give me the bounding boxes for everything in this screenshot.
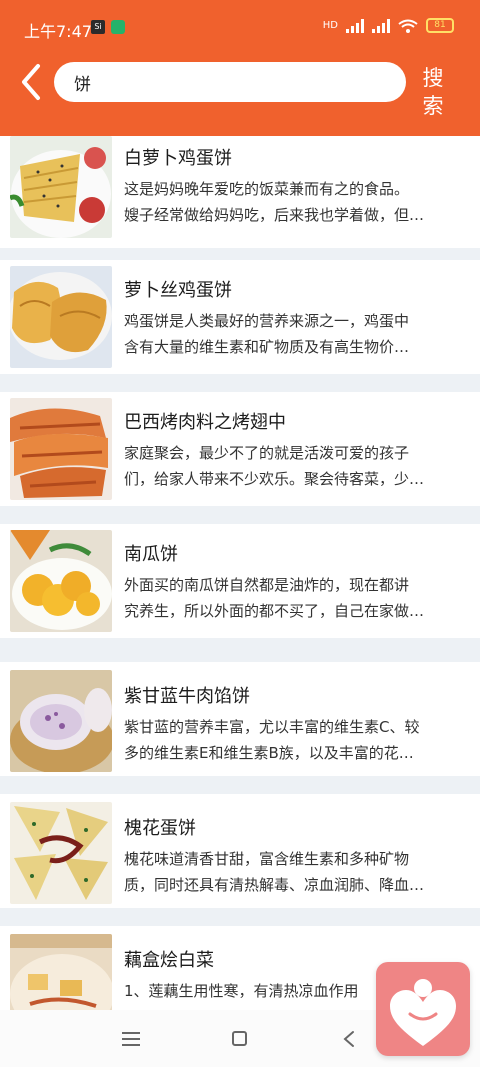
recipe-description-line: 这是妈妈晚年爱吃的饭菜兼而有之的食品。 bbox=[124, 180, 410, 198]
status-time: 上午7:47 bbox=[24, 22, 92, 41]
recipe-description-line: 们，给家人带来不少欢乐。聚会待客菜，少… bbox=[124, 470, 425, 488]
recipe-item[interactable]: 巴西烤肉料之烤翅中 家庭聚会，最少不了的就是活泼可爱的孩子 们，给家人带来不少欢… bbox=[0, 392, 480, 506]
floating-favorite-button[interactable] bbox=[376, 962, 470, 1056]
recipe-thumbnail bbox=[10, 266, 112, 368]
recipe-title: 槐花蛋饼 bbox=[124, 818, 196, 839]
recipe-item[interactable]: 紫甘蓝牛肉馅饼 紫甘蓝的营养丰富，尤以丰富的维生素C、较 多的维生素E和维生素B… bbox=[0, 662, 480, 776]
recipe-list[interactable]: 白萝卜鸡蛋饼 这是妈妈晚年爱吃的饭菜兼而有之的食品。 嫂子经常做给妈妈吃，后来我… bbox=[0, 136, 480, 1010]
recipe-description-line: 含有大量的维生素和矿物质及有高生物价… bbox=[124, 338, 410, 356]
back-button[interactable] bbox=[14, 62, 46, 102]
recipe-description: 鸡蛋饼是人类最好的营养来源之一，鸡蛋中 含有大量的维生素和矿物质及有高生物价… bbox=[124, 308, 464, 360]
menu-icon[interactable] bbox=[122, 1032, 140, 1046]
recipe-item[interactable]: 白萝卜鸡蛋饼 这是妈妈晚年爱吃的饭菜兼而有之的食品。 嫂子经常做给妈妈吃，后来我… bbox=[0, 136, 480, 248]
search-button[interactable]: 搜索 bbox=[420, 64, 446, 120]
recipe-title: 巴西烤肉料之烤翅中 bbox=[124, 412, 286, 433]
recipe-title: 藕盒烩白菜 bbox=[124, 950, 214, 971]
app-notification-icon: Si bbox=[91, 20, 105, 34]
recipe-item[interactable]: 槐花蛋饼 槐花味道清香甘甜，富含维生素和多种矿物 质，同时还具有清热解毒、凉血润… bbox=[0, 794, 480, 908]
status-bar: 上午7:47 Si HD 81 bbox=[0, 0, 480, 56]
recipe-description: 紫甘蓝的营养丰富，尤以丰富的维生素C、较 多的维生素E和维生素B族，以及丰富的花… bbox=[124, 714, 464, 766]
app-notification-icon bbox=[111, 20, 125, 34]
recipe-title: 紫甘蓝牛肉馅饼 bbox=[124, 686, 250, 707]
recipe-thumbnail bbox=[10, 802, 112, 904]
recipe-description: 外面买的南瓜饼自然都是油炸的，现在都讲 究养生，所以外面的都不买了，自己在家做… bbox=[124, 572, 464, 624]
recipe-thumbnail bbox=[10, 670, 112, 772]
home-icon[interactable] bbox=[232, 1031, 247, 1046]
wifi-icon bbox=[398, 19, 418, 33]
search-box[interactable] bbox=[54, 62, 406, 102]
recipe-description: 槐花味道清香甘甜，富含维生素和多种矿物 质，同时还具有清热解毒、凉血润肺、降血… bbox=[124, 846, 464, 898]
battery-icon: 81 bbox=[426, 18, 454, 33]
recipe-title: 白萝卜鸡蛋饼 bbox=[124, 148, 232, 169]
recipe-description-line: 槐花味道清香甘甜，富含维生素和多种矿物 bbox=[124, 850, 410, 868]
recipe-description-line: 多的维生素E和维生素B族，以及丰富的花… bbox=[124, 744, 414, 762]
recipe-description: 家庭聚会，最少不了的就是活泼可爱的孩子 们，给家人带来不少欢乐。聚会待客菜，少… bbox=[124, 440, 464, 492]
recipe-description-line: 外面买的南瓜饼自然都是油炸的，现在都讲 bbox=[124, 576, 410, 594]
recipe-thumbnail bbox=[10, 934, 112, 1010]
top-bar: 上午7:47 Si HD 81 搜索 bbox=[0, 0, 480, 136]
recipe-description-line: 鸡蛋饼是人类最好的营养来源之一，鸡蛋中 bbox=[124, 312, 410, 330]
recipe-description-line: 质，同时还具有清热解毒、凉血润肺、降血… bbox=[124, 876, 425, 894]
recipe-thumbnail bbox=[10, 530, 112, 632]
heart-person-icon bbox=[390, 979, 456, 1046]
signal-icon bbox=[346, 18, 364, 33]
recipe-item[interactable]: 南瓜饼 外面买的南瓜饼自然都是油炸的，现在都讲 究养生，所以外面的都不买了，自己… bbox=[0, 524, 480, 638]
recipe-description-line: 究养生，所以外面的都不买了，自己在家做… bbox=[124, 602, 425, 620]
search-input[interactable] bbox=[54, 62, 406, 102]
chevron-left-icon bbox=[22, 64, 40, 100]
recipe-title: 萝卜丝鸡蛋饼 bbox=[124, 280, 232, 301]
recipe-description-line: 嫂子经常做给妈妈吃，后来我也学着做，但… bbox=[124, 206, 425, 224]
recipe-thumbnail bbox=[10, 398, 112, 500]
status-right: HD 81 bbox=[323, 18, 454, 33]
recipe-description-line: 家庭聚会，最少不了的就是活泼可爱的孩子 bbox=[124, 444, 410, 462]
recipe-thumbnail bbox=[10, 136, 112, 238]
signal-icon bbox=[372, 18, 390, 33]
recipe-description-line: 紫甘蓝的营养丰富，尤以丰富的维生素C、较 bbox=[124, 718, 420, 736]
recipe-description: 这是妈妈晚年爱吃的饭菜兼而有之的食品。 嫂子经常做给妈妈吃，后来我也学着做，但… bbox=[124, 176, 464, 228]
recipe-title: 南瓜饼 bbox=[124, 544, 178, 565]
back-icon[interactable] bbox=[342, 1030, 356, 1048]
hd-icon: HD bbox=[322, 20, 338, 31]
recipe-item[interactable]: 萝卜丝鸡蛋饼 鸡蛋饼是人类最好的营养来源之一，鸡蛋中 含有大量的维生素和矿物质及… bbox=[0, 260, 480, 374]
